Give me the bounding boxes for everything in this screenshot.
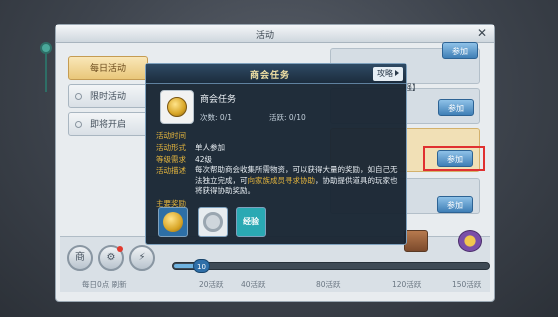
tab-daily-activity[interactable]: 每日活动 (68, 56, 148, 80)
activity-progress-track (172, 262, 490, 270)
level-requirement-key: 等级需求 (156, 155, 186, 164)
activity-progress-value: 10 (193, 259, 210, 273)
activity-form-key: 活动形式 (156, 143, 186, 152)
desc-highlight: 向家族成员寻求协助 (247, 175, 316, 185)
radio-icon (75, 121, 82, 128)
task-coin-icon (160, 90, 194, 124)
task-activity-points: 活跃: 0/10 (269, 113, 306, 122)
tab-label: 即将开启 (89, 120, 126, 130)
task-count: 次数: 0/1 (200, 113, 232, 122)
exp-label: 经验 (243, 217, 259, 226)
bolt-icon: ⚡ (138, 252, 146, 263)
tab-label: 限时活动 (89, 92, 126, 102)
window-titlebar: 活动 ✕ (56, 25, 494, 43)
join-button[interactable]: 参加 (442, 42, 478, 59)
join-label: 参加 (452, 47, 468, 56)
ring-icon (203, 212, 223, 232)
coin-icon (163, 212, 183, 232)
reward-ring-item[interactable] (198, 207, 228, 237)
milestone-label: 20活跃 (199, 280, 224, 289)
activity-description-key: 活动描述 (156, 166, 186, 175)
refresh-note: 每日0点 刷新 (82, 280, 127, 289)
tab-label: 每日活动 (89, 64, 126, 74)
boost-button[interactable]: ⚡ (129, 245, 155, 271)
radio-icon (75, 93, 82, 100)
guide-label: 攻略 (377, 69, 393, 78)
task-detail-popup: 商会任务 攻略 商会任务 次数: 0/1 活跃: 0/10 活动时间 活动形式 … (145, 63, 407, 245)
join-label: 参加 (447, 201, 463, 210)
tab-limited-activity[interactable]: 限时活动 (68, 84, 148, 108)
close-icon[interactable]: ✕ (474, 26, 490, 41)
activity-time-key: 活动时间 (156, 131, 186, 140)
popup-title: 商会任务 (250, 71, 291, 81)
chest-icon[interactable] (458, 230, 482, 252)
highlight-box (423, 146, 485, 171)
task-name: 商会任务 (200, 95, 237, 105)
arrow-right-icon (395, 70, 399, 76)
window-title: 活动 (256, 31, 275, 41)
activity-progress-fill (174, 264, 195, 268)
shop-icon: 商 (75, 252, 85, 263)
join-button[interactable]: 参加 (438, 99, 474, 116)
shop-button[interactable]: 商 (67, 245, 93, 271)
game-screen: 活动 ✕ 每日活动 限时活动 即将开启 强】 参加 参加 参加 参加 商 ⚙ ⚡ (0, 0, 558, 317)
activity-description: 每次帮助商会收集所需物资，可以获得大量的奖励，如自己无法独立完成，可向家族成员寻… (195, 165, 398, 197)
guide-button[interactable]: 攻略 (373, 67, 403, 81)
popup-header: 商会任务 攻略 (146, 64, 406, 84)
milestone-label: 120活跃 (392, 280, 422, 289)
join-button[interactable]: 参加 (437, 196, 473, 213)
chest-icon[interactable] (404, 230, 428, 252)
level-requirement-value: 42级 (195, 155, 213, 164)
milestone-label: 80活跃 (316, 280, 341, 289)
activity-form-value: 单人参加 (195, 143, 225, 152)
milestone-label: 40活跃 (241, 280, 266, 289)
tab-upcoming-activity[interactable]: 即将开启 (68, 112, 148, 136)
join-label: 参加 (448, 104, 464, 113)
notification-dot (117, 246, 123, 252)
reward-coin-item[interactable] (158, 207, 188, 237)
reward-exp-item[interactable]: 经验 (236, 207, 266, 237)
hanging-charm-icon (35, 42, 57, 92)
milestone-label: 150活跃 (452, 280, 482, 289)
